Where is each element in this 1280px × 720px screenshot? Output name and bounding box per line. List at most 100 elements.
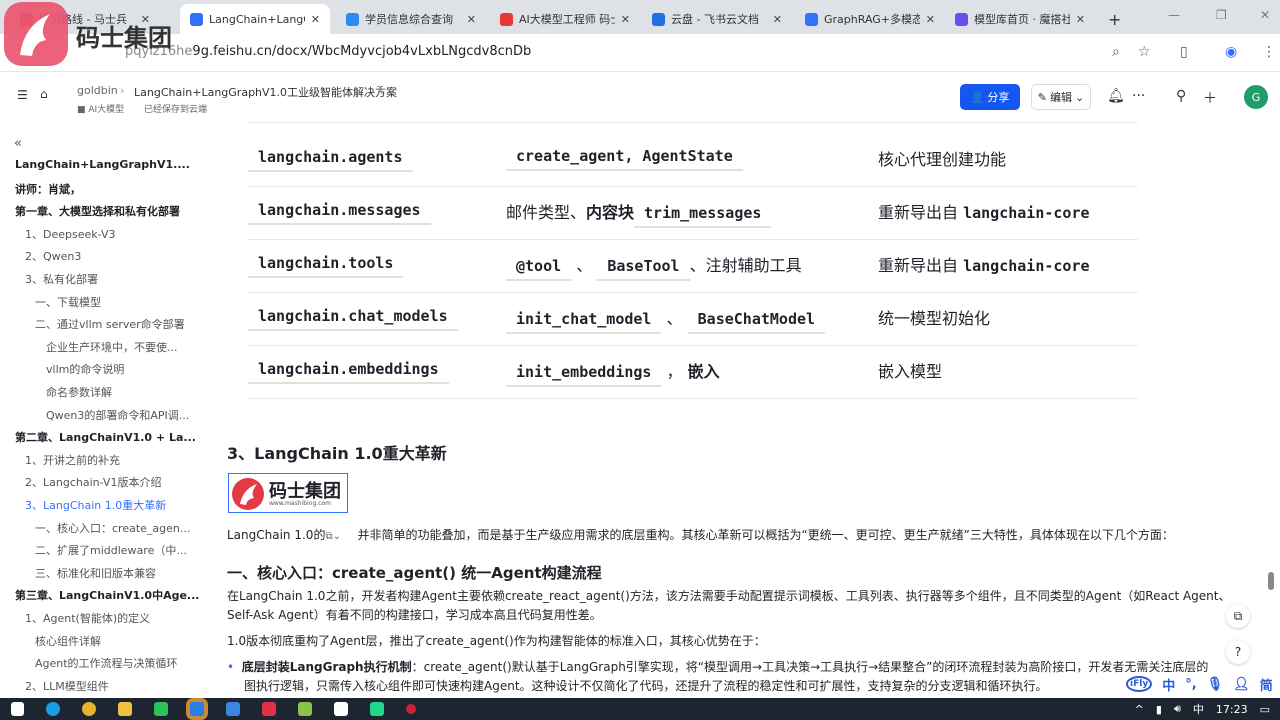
chevron-down-icon: ⌄ <box>1075 90 1085 104</box>
windows-start-icon[interactable] <box>11 702 24 716</box>
tab-close-icon[interactable]: ✕ <box>467 13 476 26</box>
user-icon[interactable]: 👤︎ <box>1233 677 1250 692</box>
edit-button[interactable]: ✎ 编辑 ⌄ <box>1031 84 1091 110</box>
toc-toggle-icon[interactable]: ☰ <box>17 88 28 102</box>
toc-item[interactable]: 1、开讲之前的补充 <box>25 452 120 468</box>
tab-close-icon[interactable]: ✕ <box>311 13 320 26</box>
toc-item[interactable]: 一、下载模型 <box>35 294 101 310</box>
feishu-icon[interactable] <box>186 698 208 720</box>
restore-button[interactable]: ❐ <box>1216 8 1227 22</box>
app-icon[interactable] <box>226 702 240 716</box>
browser-tab[interactable]: 云盘 - 飞书云文档 ✕ <box>642 4 792 34</box>
close-window-button[interactable]: ✕ <box>1260 8 1270 22</box>
tab-close-icon[interactable]: ✕ <box>926 13 935 26</box>
toc-item[interactable]: 第三章、LangChainV1.0中Age... <box>15 587 199 603</box>
tab-close-icon[interactable]: ✕ <box>773 13 782 26</box>
notification-icon[interactable]: ▭ <box>1260 703 1270 716</box>
punctuation-icon[interactable]: °, <box>1185 677 1196 692</box>
browser-tab[interactable]: AI大模型工程师 码士 ✕ <box>490 4 640 34</box>
ime-mode[interactable]: 简 <box>1260 675 1273 694</box>
toc-item[interactable]: 一、核心入口：create_agen... <box>35 520 190 536</box>
tab-close-icon[interactable]: ✕ <box>621 13 630 26</box>
wechat-icon[interactable] <box>154 702 168 716</box>
toc-item[interactable]: 2、Langchain-V1版本介绍 <box>25 474 161 490</box>
edge-icon[interactable] <box>46 702 60 716</box>
typora-icon[interactable] <box>334 702 348 716</box>
extensions-icon[interactable]: ▯ <box>1180 44 1188 60</box>
clock[interactable]: 17:23 <box>1216 703 1248 716</box>
toc-item[interactable]: 二、扩展了middleware（中... <box>35 542 187 558</box>
new-tab-button[interactable]: + <box>1098 4 1131 34</box>
row-divider <box>248 398 1138 399</box>
minimize-button[interactable]: — <box>1168 8 1180 22</box>
pycharm-icon[interactable] <box>370 702 384 716</box>
ime-lang[interactable]: 中 <box>1162 675 1175 694</box>
url-field[interactable]: pqyiz16he9g.feishu.cn/docx/WbcMdyvcjob4v… <box>125 44 531 59</box>
toc-item[interactable]: 第二章、LangChainV1.0 + La... <box>15 429 196 445</box>
breadcrumb-root[interactable]: goldbin <box>77 84 118 97</box>
more-icon[interactable]: ··· <box>1132 88 1145 104</box>
browser-tab[interactable]: GraphRAG+多模态 ✕ <box>795 4 945 34</box>
document-title[interactable]: LangChain+LangGraphV1.0工业级智能体解决方案 <box>134 84 397 100</box>
search-icon[interactable]: ⚲ <box>1176 88 1186 104</box>
collapse-sidebar-icon[interactable]: « <box>14 136 22 151</box>
toc-item[interactable]: Qwen3的部署命令和API调... <box>46 407 189 423</box>
browser-tab[interactable]: 学员信息综合查询 ✕ <box>336 4 486 34</box>
chevron-up-icon[interactable]: ^ <box>1135 703 1144 716</box>
tab-close-icon[interactable]: ✕ <box>1076 13 1085 26</box>
pin-icon[interactable]: ⊼ <box>376 84 384 97</box>
notepad-icon[interactable] <box>298 702 312 716</box>
menu-icon[interactable]: ⋮ <box>1262 44 1276 60</box>
description-cell: 嵌入模型 <box>878 358 942 382</box>
microphone-icon[interactable]: ▮ <box>1156 703 1162 716</box>
help-icon[interactable]: ? <box>1226 640 1250 664</box>
browser-tab[interactable]: LangChain+LangGraph ✕ <box>180 4 330 34</box>
toc-item[interactable]: 第一章、大模型选择和私有化部署 <box>15 203 180 219</box>
bell-icon[interactable]: 🔔︎ <box>1107 88 1125 104</box>
block-menu-icon[interactable]: ⧉⌄ <box>325 527 357 546</box>
address-bar: pqyiz16he9g.feishu.cn/docx/WbcMdyvcjob4v… <box>0 34 1280 72</box>
toc-item[interactable]: 三、标准化和旧版本兼容 <box>35 565 156 581</box>
search-icon[interactable]: ⌕ <box>1112 44 1120 60</box>
toc-item[interactable]: 二、通过vllm server命令部署 <box>35 316 185 332</box>
profile-icon[interactable]: ◉ <box>1225 44 1237 60</box>
toc-item[interactable]: 2、Qwen3 <box>25 248 81 264</box>
file-explorer-icon[interactable] <box>118 702 132 716</box>
toc-item[interactable]: Agent的工作流程与决策循环 <box>35 655 178 671</box>
toc-item[interactable]: 核心组件详解 <box>35 633 101 649</box>
volume-icon[interactable]: 🔊︎ <box>1174 702 1181 716</box>
bookmark-star-icon[interactable]: ☆ <box>1138 44 1151 60</box>
desc-token: langchain-core <box>963 204 1090 222</box>
toc-item[interactable]: 3、LangChain 1.0重大革新 <box>25 497 166 513</box>
row-divider <box>248 239 1138 240</box>
edit-label: 编辑 <box>1050 91 1072 104</box>
folder-label[interactable]: ■ AI大模型 <box>77 102 124 115</box>
microphone-icon[interactable]: 🎙︎ <box>1207 677 1224 692</box>
row-divider <box>248 186 1138 187</box>
ime-logo-icon[interactable]: iFly <box>1126 676 1153 692</box>
pdf-icon[interactable] <box>262 702 276 716</box>
toc-item[interactable]: vllm的命令说明 <box>46 361 124 377</box>
chrome-icon[interactable] <box>82 702 96 716</box>
table-row: langchain.tools @tool 、 BaseTool 、注射辅助工具 重新… <box>248 242 1148 282</box>
toc-item[interactable]: 企业生产环境中，不要使... <box>46 339 178 355</box>
recorder-icon[interactable] <box>406 704 416 714</box>
comment-icon[interactable]: ⧉ <box>1226 604 1250 628</box>
home-icon[interactable]: ⌂ <box>40 87 48 101</box>
exports-cell: @tool 、 BaseTool 、注射辅助工具 <box>506 252 802 281</box>
toc-item[interactable]: 讲师：肖斌， <box>15 181 81 197</box>
toc-item[interactable]: 命名参数详解 <box>46 384 112 400</box>
toc-item[interactable]: 1、Agent(智能体)的定义 <box>25 610 150 626</box>
browser-tab[interactable]: 模型库首页 · 魔搭社区 ✕ <box>945 4 1095 34</box>
input-language[interactable]: 中 <box>1193 701 1204 717</box>
add-icon[interactable]: ＋ <box>1203 88 1217 108</box>
toc-item[interactable]: 1、Deepseek-V3 <box>25 226 115 242</box>
share-button[interactable]: 👤 分享 <box>960 84 1020 110</box>
avatar[interactable]: G <box>1244 85 1268 109</box>
toc-item[interactable]: 3、私有化部署 <box>25 271 98 287</box>
tab-favicon-icon <box>805 12 818 26</box>
scrollbar-thumb[interactable] <box>1268 572 1274 590</box>
toc-item[interactable]: LangChain+LangGraphV1.... <box>15 158 190 171</box>
selected-image[interactable]: 码士集团 www.mashibing.com <box>228 473 348 513</box>
toc-item[interactable]: 2、LLM模型组件 <box>25 678 109 694</box>
